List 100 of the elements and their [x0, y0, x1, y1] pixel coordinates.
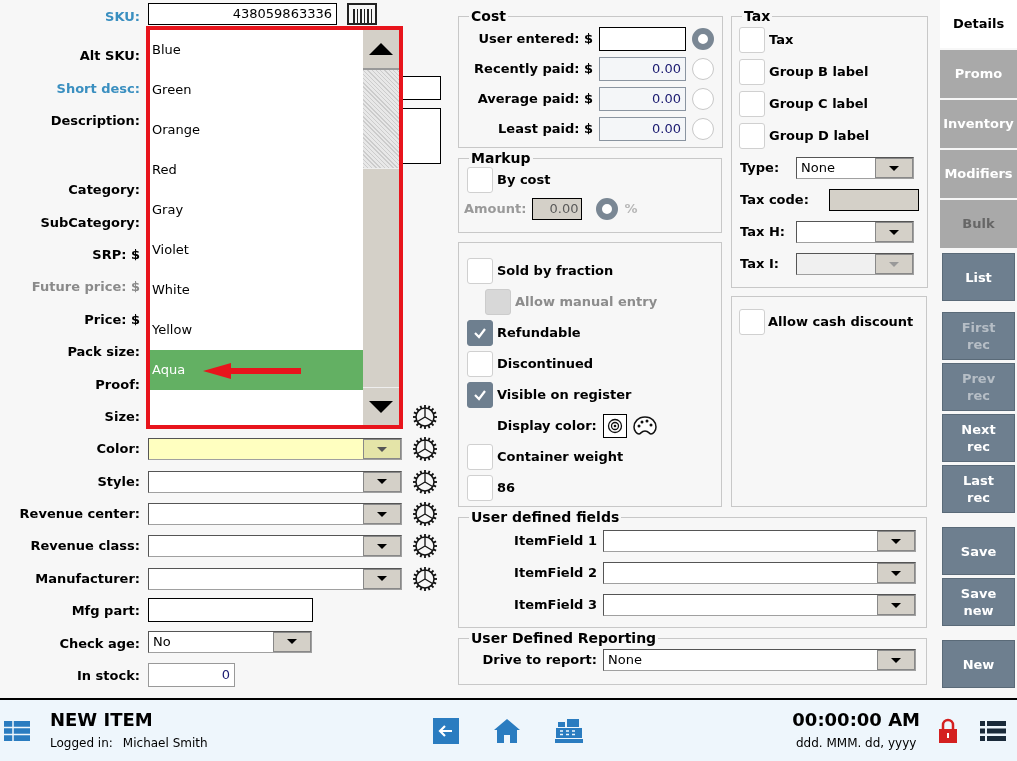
checkbox-label: Sold by fraction: [497, 261, 614, 280]
checkbox-label: Allow cash discount: [768, 313, 914, 332]
field-label: In stock:: [76, 667, 140, 686]
radio-button[interactable]: [692, 88, 714, 110]
palette-icon: [632, 414, 657, 437]
group-title: User Defined Reporting: [470, 630, 658, 646]
tab[interactable]: Details: [940, 0, 1017, 48]
checkbox-label: Group D label: [769, 127, 870, 146]
side-button[interactable]: Save: [942, 527, 1015, 575]
group-title: Cost: [470, 8, 507, 24]
checkbox-label: 86: [497, 478, 516, 497]
field-label: SubCategory:: [40, 213, 140, 232]
checkbox-label: Discontinued: [497, 354, 594, 373]
caret-icon: [891, 602, 901, 608]
field-label: Tax H:: [740, 223, 785, 242]
checkbox-label: Container weight: [497, 447, 624, 466]
checkbox[interactable]: [467, 319, 493, 346]
dropdown-field[interactable]: [603, 530, 916, 552]
field-label: Least paid: $: [498, 120, 593, 139]
caret-icon: [889, 165, 899, 171]
home-button[interactable]: [493, 717, 521, 744]
checkbox-label: Group B label: [769, 63, 869, 82]
radio-button[interactable]: [692, 118, 714, 140]
radio-button[interactable]: [692, 58, 714, 80]
percent-label: %: [624, 200, 638, 219]
caret-icon: [377, 446, 387, 452]
field-label: Display color:: [497, 416, 597, 435]
field-label: Drive to report:: [482, 651, 597, 670]
input-field: 0.00: [599, 117, 686, 141]
field-link[interactable]: Short desc:: [56, 78, 140, 99]
register-button[interactable]: [555, 717, 583, 744]
dropdown-field[interactable]: [148, 438, 402, 461]
side-button[interactable]: Next rec: [942, 414, 1015, 462]
caret-icon: [891, 657, 901, 663]
barcode-icon: [347, 3, 377, 25]
side-button[interactable]: Last rec: [942, 465, 1015, 513]
clock-time: 00:00:00 AM: [792, 709, 920, 731]
logged-in-label: Logged in:: [50, 735, 113, 752]
group-title: Markup: [470, 150, 532, 166]
tab[interactable]: Inventory: [940, 100, 1017, 148]
input-field: 0.00: [599, 87, 686, 111]
cash-register-icon: [555, 717, 583, 744]
radio-button[interactable]: [692, 28, 714, 50]
dropdown-field[interactable]: [603, 594, 916, 616]
color-button[interactable]: [602, 413, 627, 438]
lock-icon: [938, 717, 958, 744]
grid-icon: [4, 720, 30, 741]
checkbox[interactable]: [467, 381, 493, 408]
group-title: Tax: [743, 8, 772, 24]
dropdown-field[interactable]: [796, 221, 914, 243]
dropdown-field[interactable]: [148, 470, 402, 493]
input-field[interactable]: [599, 27, 686, 51]
checkbox-label: Refundable: [497, 323, 581, 342]
lock-button[interactable]: [938, 717, 958, 744]
screen-title: NEW ITEM: [50, 709, 154, 731]
input-field: 0.00: [599, 57, 686, 81]
field-label: Category:: [68, 181, 140, 200]
target-icon: [606, 417, 623, 434]
tab[interactable]: Modifiers: [940, 150, 1017, 198]
field-label: Color:: [96, 440, 140, 459]
input-field[interactable]: 438059863336: [148, 3, 337, 25]
field-label: Type:: [740, 159, 780, 178]
menu-button[interactable]: [980, 719, 1006, 742]
field-label: Tax I:: [740, 255, 779, 274]
side-button[interactable]: New: [942, 640, 1015, 688]
field-label: Revenue class:: [30, 537, 140, 556]
dropdown-field[interactable]: [148, 535, 402, 558]
input-field[interactable]: 0: [148, 663, 235, 688]
dropdown-field[interactable]: [603, 562, 916, 584]
user-name: Michael Smith: [122, 735, 208, 752]
clock-date: ddd. MMM. dd, yyyy: [795, 735, 917, 752]
checkbox-label: By cost: [497, 171, 551, 190]
field-label: Tax code:: [740, 191, 809, 210]
side-button[interactable]: Save new: [942, 578, 1015, 626]
field-label: SRP: $: [92, 245, 140, 264]
dropdown-field[interactable]: [148, 503, 402, 526]
dropdown-field[interactable]: None: [796, 157, 914, 179]
tab[interactable]: Promo: [940, 50, 1017, 98]
field-link[interactable]: SKU:: [105, 7, 140, 27]
input-field: 0.00: [532, 198, 583, 220]
dropdown-field[interactable]: None: [603, 649, 916, 671]
field-label: Price: $: [84, 310, 140, 329]
back-button[interactable]: [433, 717, 459, 744]
field-label: ItemField 2: [514, 564, 597, 583]
side-button[interactable]: List: [942, 253, 1015, 301]
field-label: Future price: $: [31, 278, 140, 297]
checkbox-label: Visible on register: [497, 385, 632, 404]
field-label: Description:: [50, 112, 140, 131]
input-field[interactable]: [148, 598, 313, 623]
field-label: Style:: [97, 472, 140, 491]
dropdown-field[interactable]: No: [148, 630, 312, 653]
field-label: Alt SKU:: [79, 47, 140, 66]
caret-icon: [891, 538, 901, 544]
scroll-down-icon: [367, 398, 395, 415]
list-option[interactable]: Aqua: [150, 350, 363, 390]
dropdown-field[interactable]: [148, 567, 402, 590]
home-icon: [493, 717, 521, 744]
field-label: Average paid: $: [477, 90, 593, 109]
caret-icon: [891, 570, 901, 576]
checkbox-label: Tax: [769, 31, 794, 50]
